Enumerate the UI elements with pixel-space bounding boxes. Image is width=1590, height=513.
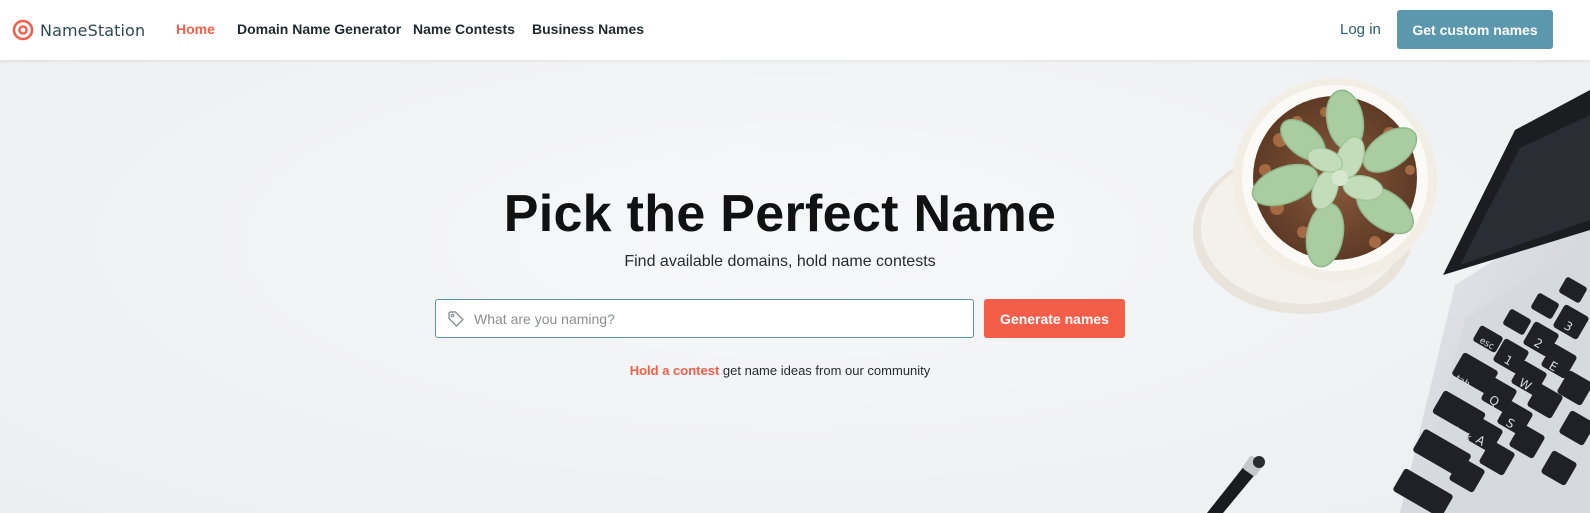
nav-domain-name-generator[interactable]: Domain Name Generator: [237, 21, 401, 37]
contest-description: get name ideas from our community: [719, 363, 931, 378]
login-link[interactable]: Log in: [1340, 21, 1381, 38]
top-navbar: NameStation Home Domain Name Generator N…: [0, 0, 1590, 60]
hero-title: Pick the Perfect Name: [503, 185, 1057, 243]
hero-section: esc tab caps lock shift Q W E A S 1 2 3 …: [0, 60, 1590, 513]
generate-names-button[interactable]: Generate names: [984, 299, 1125, 338]
nav-business-names[interactable]: Business Names: [532, 21, 644, 37]
brand-logo[interactable]: NameStation: [12, 19, 145, 41]
target-logo-icon: [12, 19, 34, 41]
nav-home[interactable]: Home: [176, 21, 215, 37]
search-field[interactable]: [435, 299, 974, 338]
nav-name-contests[interactable]: Name Contests: [413, 21, 515, 37]
get-custom-names-button[interactable]: Get custom names: [1397, 10, 1553, 49]
tag-icon: [448, 310, 464, 327]
brand-name: NameStation: [40, 20, 146, 40]
contest-prompt: Hold a contest get name ideas from our c…: [0, 363, 1560, 378]
search-input[interactable]: [474, 303, 954, 334]
hero-subtitle: Find available domains, hold name contes…: [624, 253, 936, 270]
hold-contest-link[interactable]: Hold a contest: [630, 363, 720, 378]
succulent-plant-and-laptop-photo: esc tab caps lock shift Q W E A S 1 2 3: [1193, 78, 1590, 513]
